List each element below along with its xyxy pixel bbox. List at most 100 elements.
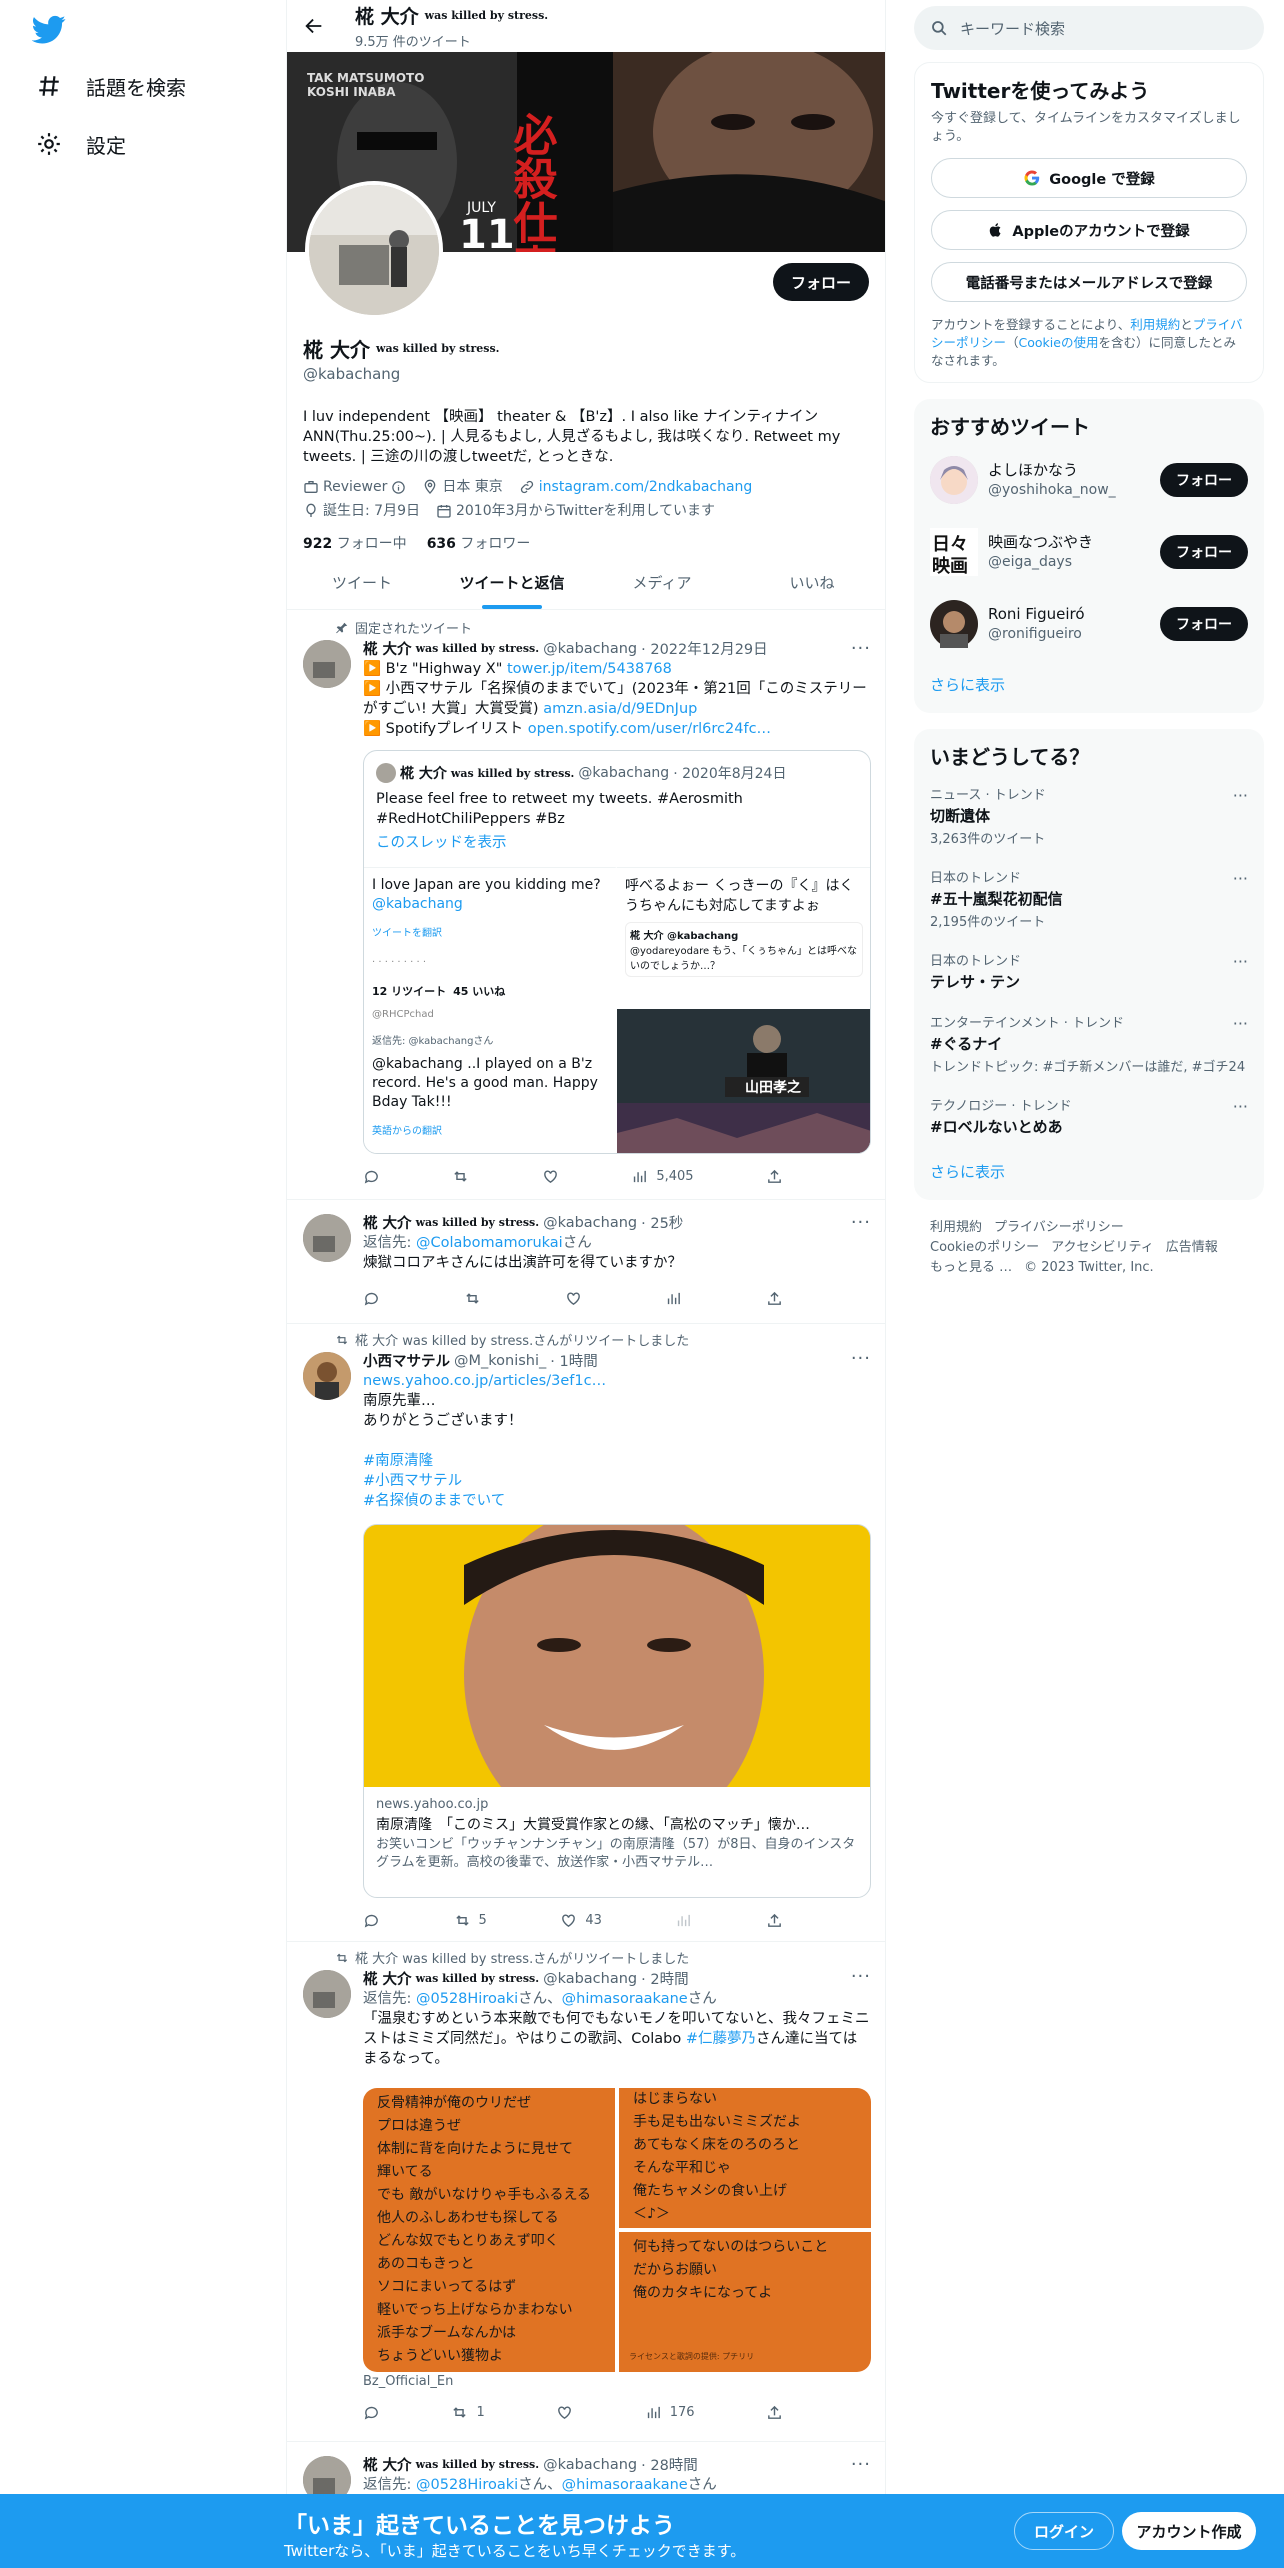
reply-button[interactable] [363,1168,380,1185]
tweet-link-3[interactable]: open.spotify.com/user/rl6rc24fc… [528,721,771,737]
tweet-handle[interactable]: @kabachang [543,1215,637,1231]
tweet-date[interactable]: · 2時間 [641,1968,688,1989]
tweet-handle[interactable]: @kabachang [543,1971,637,1987]
profile-link[interactable]: instagram.com/2ndkabachang [519,477,752,497]
trend-more-icon[interactable]: ··· [1233,1097,1248,1116]
like-button[interactable] [565,1290,582,1307]
rec-follow-button[interactable]: フォロー [1160,463,1248,497]
like-button[interactable]: 43 [560,1912,602,1929]
trends-show-more[interactable]: さらに表示 [930,1147,1248,1188]
trend-item[interactable]: エンターテインメント · トレンド #ぐるナイ トレンドトピック: #ゴチ新メンバー… [930,1002,1248,1085]
rec-user[interactable]: 日々 映画 映画なつぶやき @eiga_days フォロー [930,516,1248,588]
trend-item[interactable]: ニュース · トレンド 切断遺体 3,263件のツイート ··· [930,774,1248,857]
nav-settings[interactable]: 設定 [20,116,142,172]
trend-item[interactable]: 日本のトレンド テレサ・テン ··· [930,940,1248,1002]
trend-item[interactable]: テクノロジー · トレンド #ロベルないとめあ ··· [930,1085,1248,1147]
hashtag-1[interactable]: #南原清隆 [363,1453,433,1469]
back-arrow-icon[interactable] [303,15,325,37]
rec-show-more[interactable]: さらに表示 [930,660,1248,701]
link-card[interactable]: news.yahoo.co.jp 南原清隆 「このミス」大賞受賞作家との縁、「高… [363,1524,871,1898]
rec-user[interactable]: Roni Figueiró @ronifigueiro フォロー [930,588,1248,660]
footer-terms[interactable]: 利用規約 [930,1220,982,1235]
tweet-retweeted-lyrics[interactable]: 椛 大介 was killed by stress.さんがリツイートしました ·… [287,1942,885,2442]
info-icon[interactable] [391,480,406,495]
share-button[interactable] [766,1912,783,1929]
cookie-link[interactable]: Cookieの使用 [1019,335,1099,350]
trend-more-icon[interactable]: ··· [1233,952,1248,971]
tweet-date[interactable]: · 25秒 [641,1212,683,1233]
views-button[interactable]: 176 [645,2404,695,2421]
quoted-media-2[interactable]: 呼べるよぉー くっきーの『く』はくうちゃんにも対応してますよぉ 椛 大介 @ka… [617,867,870,1009]
tweet-retweeted-konishi[interactable]: 椛 大介 was killed by stress.さんがリツイートしました ·… [287,1324,885,1942]
follow-button[interactable]: フォロー [772,263,869,301]
trend-item[interactable]: 日本のトレンド #五十嵐梨花初配信 2,195件のツイート ··· [930,857,1248,940]
tweet-link-1[interactable]: tower.jp/item/5438768 [507,661,672,677]
twitter-logo-icon[interactable] [31,12,66,46]
like-button[interactable] [542,1168,559,1185]
tab-tweets[interactable]: ツイート [287,556,437,609]
rec-user[interactable]: よしほかなう @yoshihoka_now_ フォロー [930,444,1248,516]
retweet-button[interactable] [452,1168,469,1185]
reply-button[interactable] [363,1912,380,1929]
share-button[interactable] [766,1290,783,1307]
tab-likes[interactable]: いいね [737,556,885,609]
retweet-button[interactable] [464,1290,481,1307]
tab-media[interactable]: メディア [587,556,737,609]
quoted-media-4[interactable] [617,1103,870,1153]
views-button[interactable]: 5,405 [631,1168,694,1185]
tweet-avatar[interactable] [303,1970,351,2018]
tweet-avatar[interactable] [303,640,351,688]
retweet-button[interactable]: 1 [451,2404,485,2421]
tweet-handle[interactable]: @kabachang [543,2457,637,2473]
following-link[interactable]: 922 フォロー中 [303,533,407,553]
views-button[interactable] [665,1290,682,1307]
tweet-author[interactable]: 小西マサテル [363,1350,450,1371]
hashtag-3[interactable]: #名探偵のままでいて [363,1493,505,1509]
terms-link[interactable]: 利用規約 [1130,317,1180,332]
reply-to-link-2[interactable]: @himasoraakane [562,1991,688,2007]
show-thread-link[interactable]: このスレッドを表示 [376,833,858,853]
rec-follow-button[interactable]: フォロー [1160,607,1248,641]
reply-to-link-1[interactable]: @0528Hiroaki [416,2477,518,2493]
footer-privacy[interactable]: プライバシーポリシー [994,1220,1124,1235]
reply-button[interactable] [363,2404,380,2421]
search-input[interactable]: キーワード検索 [960,18,1065,39]
lyrics-card[interactable]: 反骨精神が俺のウリだぜ プロは違うぜ 体制に背を向けたように見せて 輝いてる でも 敵が… [363,2088,871,2372]
share-button[interactable] [766,2404,783,2421]
google-signup-button[interactable]: Google で登録 [931,158,1247,198]
like-button[interactable] [556,2404,573,2421]
quoted-tweet[interactable]: 椛 大介 was killed by stress. @kabachang · 202… [363,750,871,1154]
tweet-handle[interactable]: @M_konishi_ [454,1353,546,1369]
tweet-author[interactable]: 椛 大介 [363,1212,412,1233]
retweet-button[interactable]: 5 [454,1912,487,1929]
tweet-date[interactable]: · 1時間 [550,1350,597,1371]
quoted-media-1[interactable]: I love Japan are you kidding me? @kabach… [364,867,617,1153]
reply-to-link-2[interactable]: @himasoraakane [562,2477,688,2493]
tab-tweets-and-replies[interactable]: ツイートと返信 [437,556,587,609]
tweet-reply[interactable]: ··· 椛 大介 was killed by stress. @kabachang ·… [287,1200,885,1324]
share-button[interactable] [766,1168,783,1185]
nav-explore[interactable]: 話題を検索 [20,58,202,114]
trend-more-icon[interactable]: ··· [1233,869,1248,888]
tweet-author[interactable]: 椛 大介 [363,638,412,659]
reply-button[interactable] [363,1290,380,1307]
profile-avatar[interactable] [305,181,443,319]
trend-more-icon[interactable]: ··· [1233,786,1248,805]
hashtag-2[interactable]: #小西マサテル [363,1473,462,1489]
footer-ads[interactable]: 広告情報 [1166,1240,1218,1255]
tweet-handle[interactable]: @kabachang [543,641,637,657]
tweet-link[interactable]: news.yahoo.co.jp/articles/3ef1c… [363,1373,606,1389]
hashtag[interactable]: #仁藤夢乃 [686,2031,756,2047]
tweet-avatar[interactable] [303,1214,351,1262]
reply-to-link[interactable]: @Colabomamorukai [416,1235,563,1251]
footer-cookie[interactable]: Cookieのポリシー [930,1240,1039,1255]
views-button[interactable] [675,1912,692,1929]
tweet-date[interactable]: · 2022年12月29日 [641,638,768,659]
rec-follow-button[interactable]: フォロー [1160,535,1248,569]
reply-to-link-1[interactable]: @0528Hiroaki [416,1991,518,2007]
tweet-pinned[interactable]: 固定されたツイート ··· 椛 大介 was killed by stress. @… [287,610,885,1200]
search-box[interactable]: キーワード検索 [914,6,1264,50]
trend-more-icon[interactable]: ··· [1233,1014,1248,1033]
tweet-date[interactable]: · 28時間 [641,2454,698,2475]
followers-link[interactable]: 636 フォロワー [427,533,531,553]
